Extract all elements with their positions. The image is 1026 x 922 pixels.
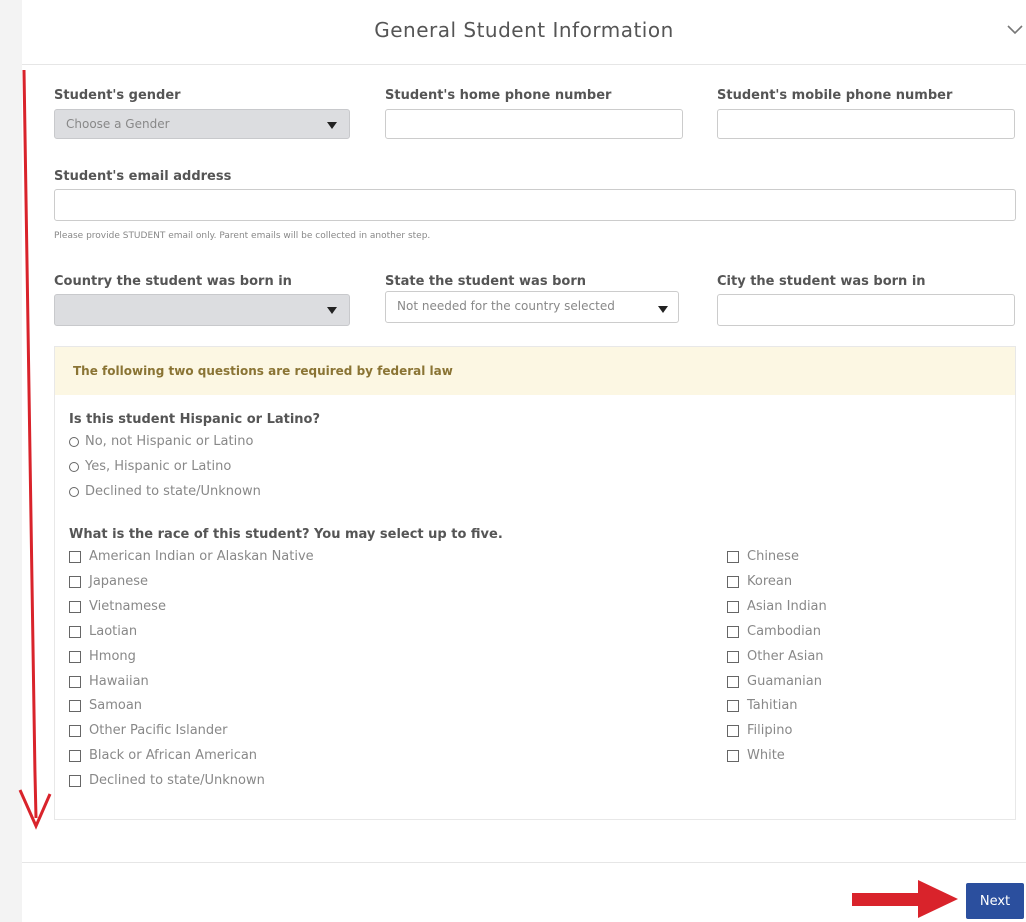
- right-arrow-icon: [852, 880, 958, 918]
- annotation-overlay: [18, 69, 958, 918]
- down-arrow-icon: [18, 69, 52, 830]
